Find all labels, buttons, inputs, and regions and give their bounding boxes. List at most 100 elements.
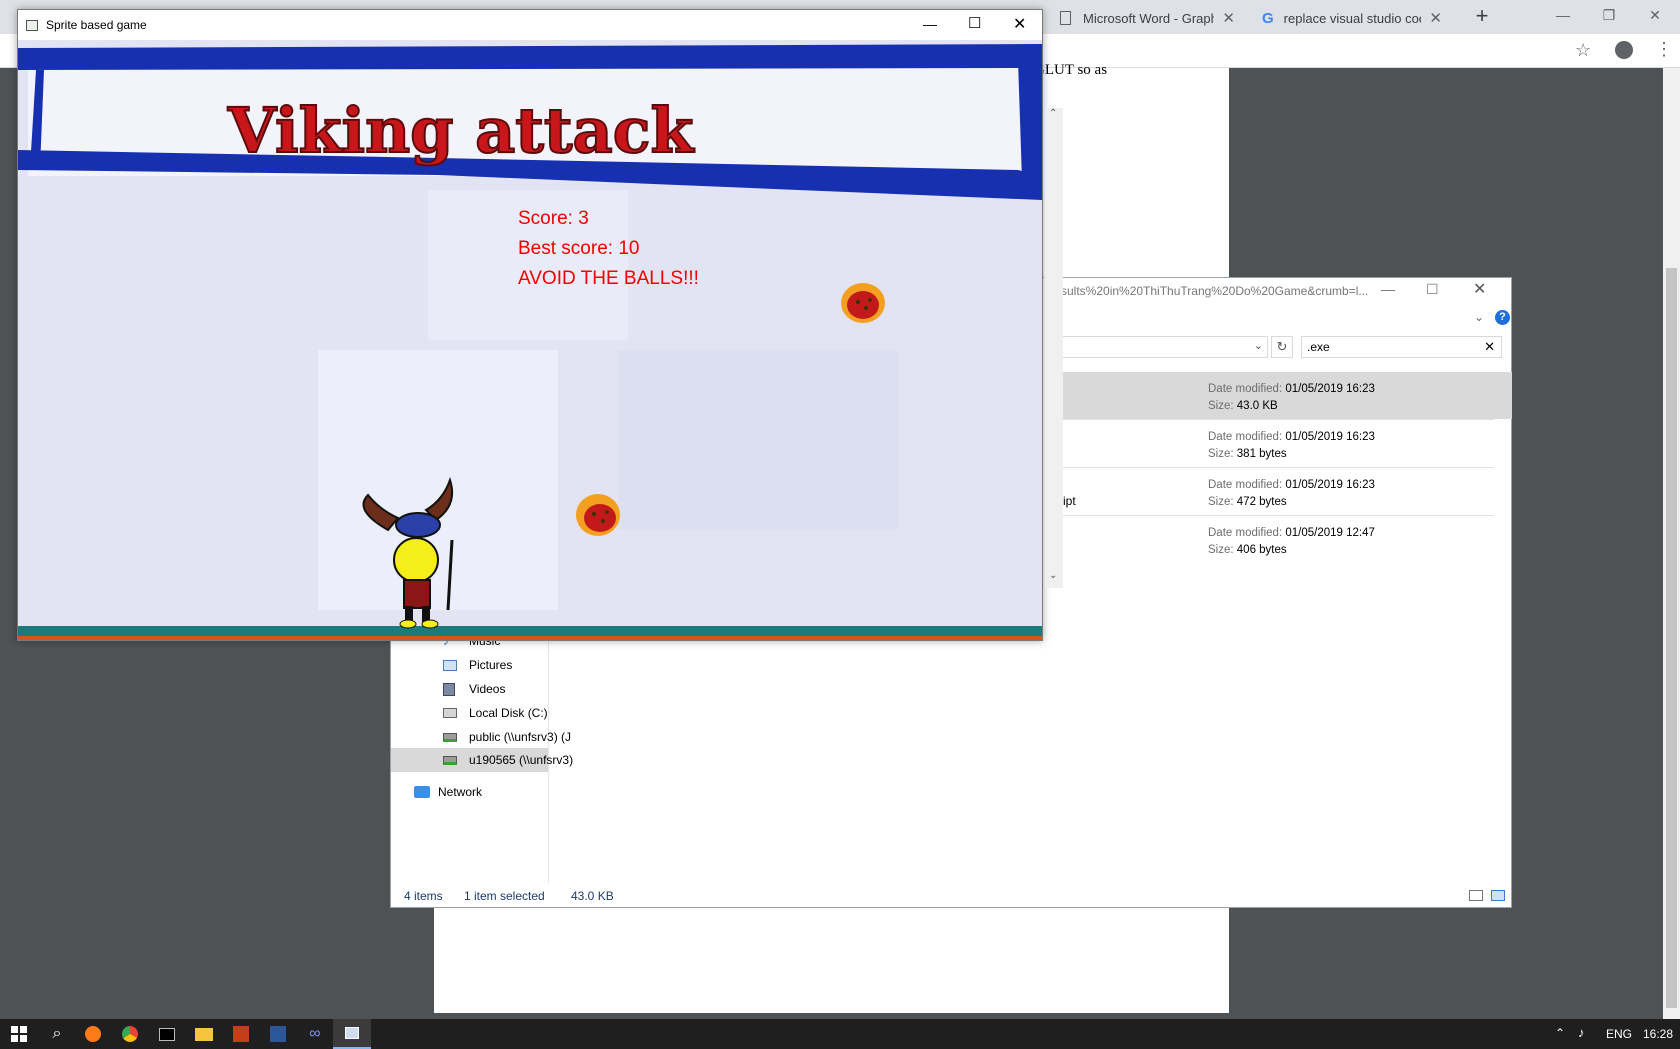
new-tab-button[interactable]: + [1468,2,1496,30]
game-minimize-button[interactable]: — [923,16,937,32]
network-icon [414,786,430,798]
date-label: Date modified: [1208,431,1283,443]
nav-item-public-drive[interactable]: public (\\unfsrv3) (J [443,726,571,748]
nav-label: Network [438,785,483,799]
chevron-down-icon[interactable]: ⌄ [1474,310,1484,324]
paper-patch [318,350,558,610]
game-window-title: Sprite based game [46,18,147,32]
powerpoint-icon[interactable] [222,1019,260,1049]
game-maximize-button[interactable]: ☐ [968,14,981,32]
tiles-view-icon[interactable] [1491,890,1505,901]
search-value: .exe [1307,340,1330,354]
selection-size: 43.0 KB [571,889,614,903]
size-value: 472 bytes [1236,496,1287,508]
document-icon [1060,11,1071,25]
clock[interactable]: 16:28 [1643,1027,1673,1041]
nav-item-user-drive[interactable]: u190565 (\\unfsrv3) [443,749,573,771]
size-label: Size: [1208,544,1234,556]
browser-close-button[interactable]: ✕ [1632,0,1678,30]
close-tab-icon[interactable]: ✕ [1429,9,1442,27]
help-icon[interactable]: ? [1495,310,1510,325]
row-divider [1061,419,1494,420]
nav-label: Videos [469,682,506,696]
best-score-label: Best score: 10 [518,238,640,259]
row-divider [1061,467,1494,468]
explorer-close-button[interactable]: ✕ [1473,279,1486,299]
nav-label: u190565 (\\unfsrv3) [469,753,574,767]
scrollbar-thumb[interactable] [1666,268,1677,1008]
nav-item-pictures[interactable]: Pictures [443,654,512,676]
browser-restore-button[interactable]: ❐ [1586,0,1632,30]
item-count: 4 items [404,889,443,903]
document-text: GLUT so as [1034,62,1108,78]
size-value: 381 bytes [1236,448,1287,460]
command-prompt-icon[interactable] [148,1019,186,1049]
network-drive-icon [443,755,457,765]
banner-title: Viking attack [227,94,695,167]
browser-minimize-button[interactable]: — [1540,0,1586,30]
game-window: Sprite based game — ☐ ✕ Viking attack Sc… [17,9,1043,641]
nav-item-videos[interactable]: Videos [443,678,505,700]
document-vertical-scrollbar[interactable]: ⌃ ⌄ [1044,108,1063,588]
nav-item-network[interactable]: Network [414,781,482,803]
language-indicator[interactable]: ENG [1606,1027,1632,1041]
file-row-1-meta: Date modified: 01/05/2019 16:23 Size: 43… [1208,381,1375,415]
size-label: Size: [1208,448,1234,460]
clear-search-icon[interactable]: ✕ [1484,339,1495,355]
file-row-4-meta: Date modified: 01/05/2019 12:47 Size: 40… [1208,525,1375,559]
game-app-icon[interactable] [333,1019,371,1049]
browser-menu-icon[interactable]: ⋮ [1655,39,1673,60]
app-icon [26,19,38,31]
address-bar[interactable]: ⌄ [1061,336,1268,358]
explorer-maximize-button[interactable]: ☐ [1426,281,1439,298]
search-icon[interactable]: ⌕ [38,1019,76,1049]
bookmark-star-icon[interactable]: ☆ [1575,40,1591,61]
nav-label: public (\\unfsrv3) (J [469,730,572,744]
tab-google-search[interactable]: G replace visual studio coe - ✕ [1252,2,1452,34]
address-path[interactable]: sults%20in%20ThiThuTrang%20Do%20Game&cru… [1061,284,1368,298]
refresh-icon[interactable]: ↻ [1271,336,1293,358]
date-label: Date modified: [1208,383,1283,395]
pictures-icon [443,659,457,671]
file-type-fragment: ipt [1063,494,1076,508]
score-label: Score: 3 [518,208,589,229]
nav-label: Pictures [469,658,513,672]
scroll-up-icon[interactable]: ⌃ [1049,108,1057,119]
tab-title: replace visual studio coe - [1283,10,1422,26]
date-label: Date modified: [1208,479,1283,491]
google-icon: G [1262,9,1274,27]
details-view-icon[interactable] [1469,890,1483,901]
game-canvas[interactable]: Viking attack Score: 3 Best score: 10 AV… [18,40,1042,640]
profile-avatar-icon[interactable] [1615,41,1633,59]
network-drive-icon [443,732,457,742]
nav-item-local-disk[interactable]: Local Disk (C:) [443,702,548,724]
search-input[interactable]: .exe ✕ [1301,336,1502,358]
scroll-down-icon[interactable]: ⌄ [1049,570,1057,581]
local-disk-icon [443,708,457,718]
windows-start-icon[interactable] [0,1019,38,1049]
size-label: Size: [1208,400,1234,412]
file-row-2-meta: Date modified: 01/05/2019 16:23 Size: 38… [1208,429,1375,463]
date-value: 01/05/2019 16:23 [1285,479,1375,491]
word-icon[interactable] [259,1019,297,1049]
size-value: 43.0 KB [1236,400,1278,412]
explorer-minimize-button[interactable]: — [1381,281,1395,297]
date-value: 01/05/2019 16:23 [1285,383,1375,395]
game-close-button[interactable]: ✕ [1013,14,1026,34]
volume-icon[interactable]: ♪ [1578,1025,1585,1040]
banner-top-stroke [18,44,1042,70]
document-scrollbar[interactable] [1663,68,1680,1023]
taskbar: ⌕ ∞ ⌃ ♪ ENG 16:28 [0,1019,1680,1049]
nav-label: Local Disk (C:) [469,706,548,720]
chevron-down-icon[interactable]: ⌄ [1254,339,1263,352]
file-explorer-icon[interactable] [185,1019,223,1049]
tab-word-graphics[interactable]: Microsoft Word - Graphics ✕ [1050,2,1245,34]
ground-edge [18,636,1042,640]
chevron-up-icon[interactable]: ⌃ [1555,1026,1565,1040]
visual-studio-icon[interactable]: ∞ [296,1019,334,1049]
firefox-icon[interactable] [74,1019,112,1049]
date-value: 01/05/2019 16:23 [1285,431,1375,443]
chrome-icon[interactable] [111,1019,149,1049]
game-titlebar[interactable]: Sprite based game — ☐ ✕ [18,10,1042,40]
close-tab-icon[interactable]: ✕ [1222,9,1235,27]
